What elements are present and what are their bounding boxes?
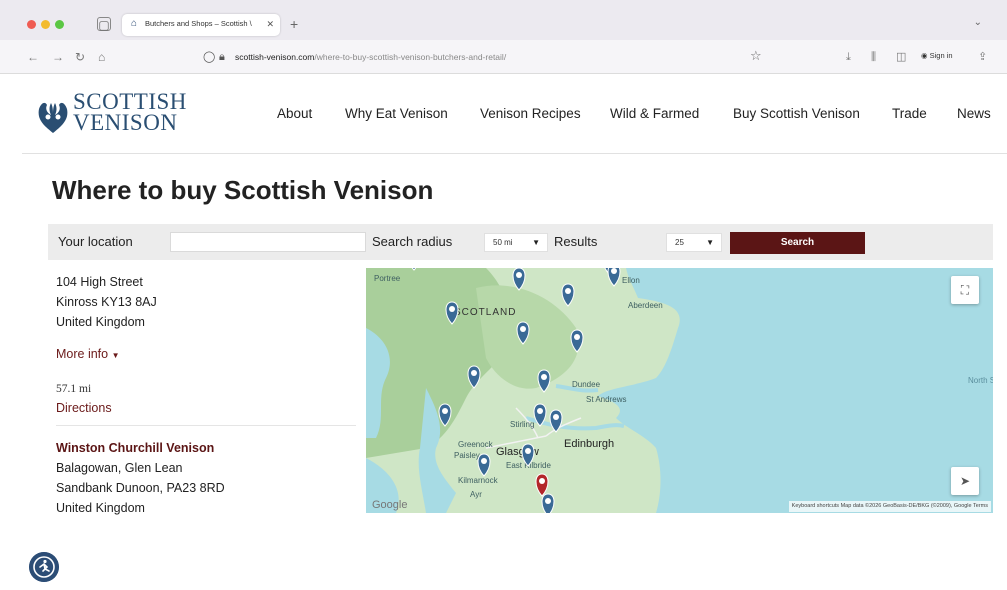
share-icon[interactable]: ⇪ bbox=[978, 50, 987, 64]
url-host: scottish-venison.com bbox=[235, 52, 315, 62]
more-info-toggle[interactable]: More info ▼ bbox=[56, 346, 120, 364]
back-icon[interactable]: ← bbox=[27, 50, 39, 64]
store-marker[interactable] bbox=[533, 403, 547, 427]
logo-line-1: SCOTTISH bbox=[73, 89, 187, 114]
forward-icon[interactable]: → bbox=[52, 50, 64, 64]
radius-label: Search radius bbox=[372, 234, 453, 249]
store-distance: 57.1 mi bbox=[56, 383, 92, 395]
downloads-icon[interactable]: ⤓ bbox=[846, 50, 851, 64]
url-path: /where-to-buy-scottish-venison-butchers-… bbox=[314, 52, 507, 62]
list-divider bbox=[56, 425, 356, 426]
nav-wild-farmed[interactable]: Wild & Farmed bbox=[610, 106, 699, 122]
results-label: Results bbox=[554, 234, 598, 249]
sign-in-button[interactable]: ◉ Sign in bbox=[921, 48, 967, 64]
browser-toolbar: ← → ↻ ⌂ ◯ 🔒︎ scottish-venison.com/where-… bbox=[0, 40, 1007, 74]
radius-value: 50 mi bbox=[493, 238, 513, 247]
sign-in-label: Sign in bbox=[929, 51, 953, 60]
store-marker[interactable] bbox=[438, 403, 452, 427]
search-button[interactable]: Search bbox=[730, 232, 865, 254]
store-address-line2: Kinross KY13 8AJ bbox=[56, 295, 157, 309]
home-icon[interactable]: ⌂ bbox=[98, 50, 105, 64]
lock-icon[interactable]: 🔒︎ bbox=[219, 50, 225, 64]
logo-line-2: VENISON bbox=[73, 110, 178, 135]
new-tab-button[interactable]: + bbox=[290, 16, 298, 32]
store-search-bar: Your location Search radius 50 mi ▼ Resu… bbox=[48, 224, 993, 260]
store-map[interactable]: Portree Ellon SCOTLAND Aberdeen Dundee S… bbox=[366, 268, 993, 513]
directions-link[interactable]: Directions bbox=[56, 400, 112, 416]
account-icon: ◉ bbox=[921, 51, 930, 60]
nav-about[interactable]: About bbox=[277, 106, 312, 122]
store-marker[interactable] bbox=[521, 443, 535, 467]
nav-news[interactable]: News bbox=[957, 106, 991, 122]
zoom-window-icon[interactable] bbox=[55, 20, 64, 29]
more-info-label: More info bbox=[56, 347, 109, 361]
results-select[interactable]: 25 ▼ bbox=[666, 233, 722, 252]
store-marker[interactable] bbox=[516, 321, 530, 345]
selected-store-marker[interactable] bbox=[535, 473, 549, 497]
store-address-line1: 104 High Street bbox=[56, 275, 143, 289]
store-marker[interactable] bbox=[561, 283, 575, 307]
store-marker[interactable] bbox=[570, 329, 584, 353]
caret-down-icon: ▼ bbox=[111, 351, 120, 360]
location-input[interactable] bbox=[170, 232, 366, 252]
map-markers bbox=[408, 268, 621, 513]
header-divider bbox=[22, 153, 1007, 154]
page-title: Where to buy Scottish Venison bbox=[52, 175, 434, 205]
my-location-icon[interactable]: ➤ bbox=[951, 467, 979, 495]
accessibility-icon[interactable] bbox=[29, 552, 59, 582]
store-marker[interactable] bbox=[512, 268, 526, 291]
caret-down-icon: ▼ bbox=[706, 238, 714, 247]
nav-why-eat-venison[interactable]: Why Eat Venison bbox=[345, 106, 448, 122]
store-name[interactable]: Winston Churchill Venison bbox=[56, 440, 214, 456]
store-marker[interactable] bbox=[445, 301, 459, 325]
address-bar[interactable]: scottish-venison.com/where-to-buy-scotti… bbox=[235, 51, 506, 63]
fullscreen-icon[interactable]: ⛶ bbox=[951, 276, 979, 304]
nav-trade[interactable]: Trade bbox=[892, 106, 927, 122]
caret-down-icon: ▼ bbox=[532, 238, 540, 247]
store-country: United Kingdom bbox=[56, 315, 145, 329]
library-icon[interactable]: ⫼ bbox=[871, 50, 876, 64]
store-marker[interactable] bbox=[541, 493, 555, 513]
browser-tab[interactable]: ⌂ Butchers and Shops – Scottish \ ✕ bbox=[122, 14, 280, 36]
site-logo[interactable]: SCOTTISH VENISON bbox=[73, 89, 187, 135]
store-country: United Kingdom bbox=[56, 501, 145, 515]
nav-buy-scottish-venison[interactable]: Buy Scottish Venison bbox=[733, 106, 860, 122]
store-marker[interactable] bbox=[549, 409, 563, 433]
close-window-icon[interactable] bbox=[27, 20, 36, 29]
bookmark-star-icon[interactable]: ☆ bbox=[750, 49, 762, 63]
tab-overview-icon[interactable]: ▢ bbox=[97, 17, 111, 32]
sidebar-icon[interactable]: ◫ bbox=[896, 50, 906, 64]
results-value: 25 bbox=[675, 238, 684, 247]
store-marker[interactable] bbox=[408, 268, 420, 271]
google-logo: Google bbox=[372, 499, 408, 511]
store-marker[interactable] bbox=[467, 365, 481, 389]
minimize-window-icon[interactable] bbox=[41, 20, 50, 29]
browser-tab-bar: ▢ ⌂ Butchers and Shops – Scottish \ ✕ + … bbox=[0, 0, 1007, 40]
tab-title: Butchers and Shops – Scottish \ bbox=[145, 19, 252, 28]
location-label: Your location bbox=[58, 234, 133, 249]
store-marker[interactable] bbox=[477, 453, 491, 477]
store-address-line2: Sandbank Dunoon, PA23 8RD bbox=[56, 481, 225, 495]
store-address-line1: Balagowan, Glen Lean bbox=[56, 461, 183, 475]
stag-logo-icon[interactable] bbox=[33, 95, 73, 135]
tracking-shield-icon[interactable]: ◯ bbox=[203, 50, 215, 64]
chevron-down-icon[interactable]: ⌄ bbox=[974, 17, 982, 29]
nav-venison-recipes[interactable]: Venison Recipes bbox=[480, 106, 581, 122]
tab-close-button[interactable]: ✕ bbox=[266, 18, 274, 30]
reload-icon[interactable]: ↻ bbox=[75, 50, 85, 64]
map-attribution[interactable]: Keyboard shortcuts Map data ©2026 GeoBas… bbox=[788, 501, 991, 512]
radius-select[interactable]: 50 mi ▼ bbox=[484, 233, 548, 252]
site-favicon-icon: ⌂ bbox=[131, 18, 138, 29]
store-marker[interactable] bbox=[537, 369, 551, 393]
store-marker[interactable] bbox=[607, 268, 621, 287]
